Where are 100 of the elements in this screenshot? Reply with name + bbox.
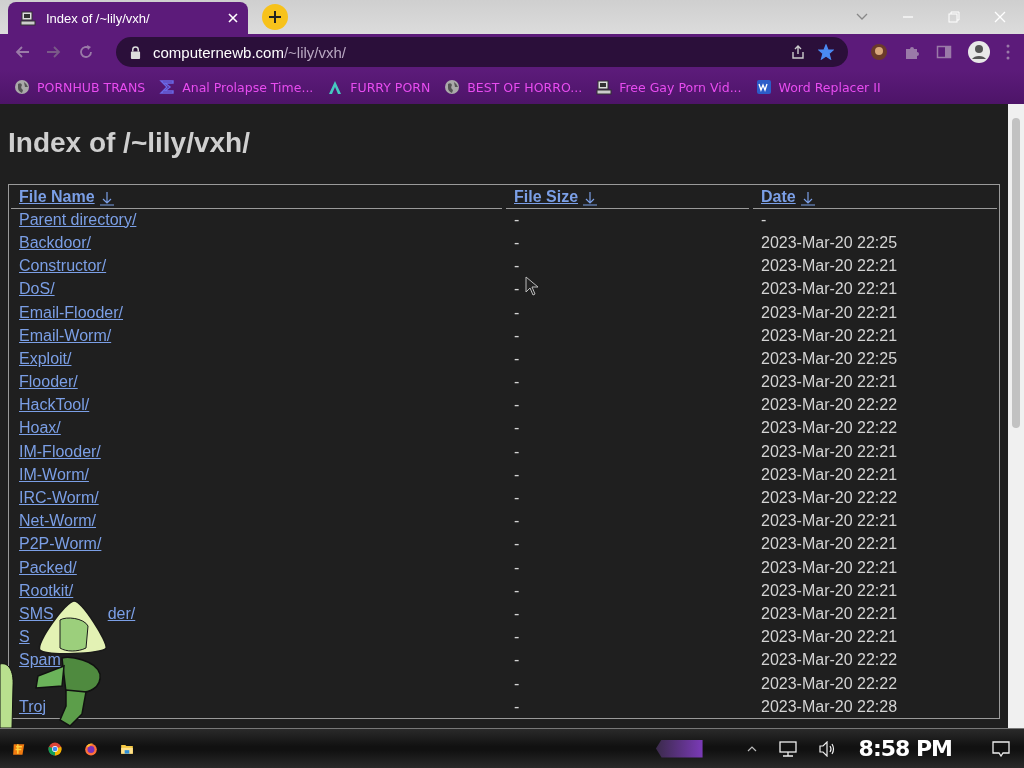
close-icon[interactable] bbox=[228, 13, 238, 23]
side-panel-icon[interactable] bbox=[936, 44, 952, 60]
table-cell: 2023-Mar-20 22:21 bbox=[761, 628, 898, 647]
table-cell: - bbox=[514, 651, 520, 670]
computer-icon[interactable] bbox=[596, 79, 613, 95]
column-header-link[interactable]: File Name bbox=[19, 187, 95, 206]
page-title: Index of /~lily/vxh/ bbox=[8, 127, 251, 159]
table-cell: - bbox=[514, 489, 520, 508]
globe-icon[interactable] bbox=[14, 79, 30, 95]
computer-icon bbox=[20, 10, 36, 26]
table-cell: - bbox=[514, 581, 520, 600]
bookmark-link[interactable]: BEST OF HORRO... bbox=[467, 79, 583, 95]
table-cell: - bbox=[514, 419, 520, 438]
bracket-icon[interactable] bbox=[159, 79, 176, 95]
file-link[interactable]: Exploit/ bbox=[19, 349, 72, 368]
table-cell: 2023-Mar-20 22:22 bbox=[761, 396, 898, 415]
table-cell: - bbox=[761, 210, 767, 229]
file-link[interactable]: Backdoor/ bbox=[19, 233, 92, 252]
bookmark-link[interactable]: PORNHUB TRANS bbox=[37, 79, 146, 95]
sort-icon[interactable] bbox=[98, 189, 115, 206]
table-cell: 2023-Mar-20 22:21 bbox=[761, 442, 898, 461]
back-icon[interactable] bbox=[14, 44, 30, 60]
table-cell: - bbox=[514, 604, 520, 623]
table-cell: 2023-Mar-20 22:21 bbox=[761, 280, 898, 299]
network-icon[interactable] bbox=[778, 740, 797, 757]
lambda-icon[interactable] bbox=[327, 79, 344, 95]
bookmark-link[interactable]: Word Replacer II bbox=[778, 79, 881, 95]
file-link[interactable]: Troj bbox=[19, 697, 46, 716]
letter-logo-icon[interactable] bbox=[755, 79, 772, 95]
clock[interactable]: 8:58 PM bbox=[858, 736, 952, 761]
address-bar[interactable]: computernewb.com/~lily/vxh/ bbox=[116, 37, 848, 67]
profile-icon[interactable] bbox=[968, 41, 990, 63]
table-cell: 2023-Mar-20 22:22 bbox=[761, 674, 898, 693]
file-link[interactable]: Net-Worm/ bbox=[19, 512, 97, 531]
table-cell: 2023-Mar-20 22:21 bbox=[761, 604, 898, 623]
file-link[interactable]: Spam bbox=[19, 651, 61, 670]
table-cell: 2023-Mar-20 22:22 bbox=[761, 651, 898, 670]
notification-icon[interactable] bbox=[992, 740, 1010, 757]
menu-icon[interactable] bbox=[1006, 44, 1010, 60]
lock-icon bbox=[130, 45, 141, 59]
file-link[interactable]: Packed/ bbox=[19, 558, 77, 577]
table-cell: 2023-Mar-20 22:25 bbox=[761, 349, 898, 368]
table-cell: - bbox=[514, 257, 520, 276]
browser-tab[interactable]: Index of /~lily/vxh/ bbox=[8, 2, 248, 34]
bookmark-link[interactable]: Free Gay Porn Vid... bbox=[619, 79, 742, 95]
bookmark-link[interactable]: FURRY PORN bbox=[350, 79, 431, 95]
column-header-link[interactable]: Date bbox=[761, 187, 796, 206]
speaker-icon[interactable] bbox=[818, 740, 837, 757]
table-cell: 2023-Mar-20 22:25 bbox=[761, 233, 898, 252]
file-link[interactable]: IRC-Worm/ bbox=[19, 489, 99, 508]
table-cell: 2023-Mar-20 22:21 bbox=[761, 512, 898, 531]
table-cell: 2023-Mar-20 22:28 bbox=[761, 697, 898, 716]
table-cell: 2023-Mar-20 22:22 bbox=[761, 419, 898, 438]
table-cell: - bbox=[514, 349, 520, 368]
table-cell: - bbox=[514, 210, 520, 229]
cursor-icon bbox=[525, 276, 539, 296]
table-cell: - bbox=[514, 674, 520, 693]
file-link[interactable]: Flooder/ bbox=[19, 373, 78, 392]
globe-icon[interactable] bbox=[444, 79, 461, 95]
table-cell: - bbox=[514, 280, 520, 299]
share-icon[interactable] bbox=[790, 44, 806, 60]
file-link[interactable]: der/ bbox=[107, 604, 136, 623]
file-link[interactable]: DoS/ bbox=[19, 280, 55, 299]
file-link[interactable]: Rootkit/ bbox=[19, 581, 74, 600]
file-link[interactable]: Parent directory/ bbox=[19, 210, 137, 229]
table-cell: - bbox=[514, 558, 520, 577]
file-link[interactable]: Email-Worm/ bbox=[19, 326, 112, 345]
table-cell: - bbox=[514, 465, 520, 484]
table-cell: 2023-Mar-20 22:22 bbox=[761, 489, 898, 508]
table-cell: - bbox=[514, 697, 520, 716]
table-cell: 2023-Mar-20 22:21 bbox=[761, 535, 898, 554]
file-link[interactable]: Hoax/ bbox=[19, 419, 61, 438]
table-cell: 2023-Mar-20 22:21 bbox=[761, 465, 898, 484]
file-link[interactable]: SMS bbox=[19, 604, 54, 623]
table-cell: - bbox=[514, 326, 520, 345]
star-icon[interactable] bbox=[818, 44, 834, 60]
file-link[interactable]: Email-Flooder/ bbox=[19, 303, 124, 322]
sort-icon[interactable] bbox=[582, 189, 599, 206]
table-cell: - bbox=[514, 373, 520, 392]
table-cell: 2023-Mar-20 22:21 bbox=[761, 326, 898, 345]
file-link[interactable]: HackTool/ bbox=[19, 396, 90, 415]
file-link[interactable]: P2P-Worm/ bbox=[19, 535, 102, 554]
table-cell: - bbox=[514, 512, 520, 531]
file-link[interactable]: Constructor/ bbox=[19, 257, 107, 276]
cartoon-figure bbox=[0, 663, 14, 728]
puzzle-icon[interactable] bbox=[904, 44, 920, 60]
reload-icon[interactable] bbox=[78, 44, 94, 60]
table-cell: 2023-Mar-20 22:21 bbox=[761, 257, 898, 276]
chevron-up-icon[interactable] bbox=[746, 745, 757, 752]
table-cell: - bbox=[514, 396, 520, 415]
new-tab-icon[interactable] bbox=[262, 4, 288, 30]
bookmark-link[interactable]: Anal Prolapse Time... bbox=[182, 79, 314, 95]
scrollbar[interactable] bbox=[1008, 104, 1024, 728]
file-link[interactable]: S bbox=[19, 628, 30, 647]
file-link[interactable]: IM-Worm/ bbox=[19, 465, 89, 484]
file-link[interactable]: IM-Flooder/ bbox=[19, 442, 101, 461]
sort-icon[interactable] bbox=[799, 189, 816, 206]
column-header-link[interactable]: File Size bbox=[514, 187, 579, 206]
extension-icon[interactable] bbox=[870, 43, 888, 61]
table-cell: 2023-Mar-20 22:21 bbox=[761, 303, 898, 322]
